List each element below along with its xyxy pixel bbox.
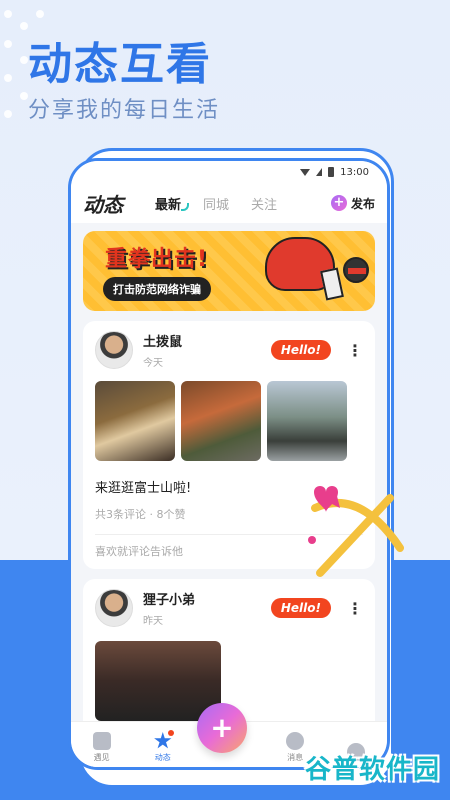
signal-icon [316,168,323,176]
nav-item-moments[interactable]: 动态 [138,730,188,763]
top-bar: 动态 最新 同城 关注 + 发布 [71,183,387,223]
post-photos [95,381,363,461]
post-photo[interactable] [95,381,175,461]
hero-subtitle: 分享我的每日生活 [28,98,221,123]
post-photo[interactable] [181,381,261,461]
notification-dot [167,730,174,736]
avatar[interactable] [95,589,133,627]
post-username[interactable]: 狸子小弟 [143,589,261,608]
post-time: 今天 [143,358,163,369]
thief-icon [343,257,369,283]
nav-item-meet[interactable]: 遇见 [77,732,127,763]
nav-label: 遇见 [93,753,110,762]
post-username[interactable]: 土拨鼠 [143,331,261,350]
wifi-icon [300,168,311,176]
brand-logo: 动态 [83,192,123,217]
smile-icon [286,732,305,750]
tab-latest[interactable]: 最新 [155,194,190,213]
nav-label: 动态 [154,753,171,762]
publish-button[interactable]: + 发布 [330,195,375,212]
post-time: 昨天 [143,616,163,627]
cards-icon [92,732,111,750]
more-options-icon[interactable]: ⋮ [347,341,363,360]
banner-tagline: 打击防范网络诈骗 [103,277,211,301]
plus-icon: + [330,195,347,211]
phone-icon [320,267,344,301]
anti-fraud-banner[interactable]: 重拳出击! 打击防范网络诈骗 [83,231,375,311]
hello-button[interactable]: Hello! [270,598,331,618]
cupid-bow-icon [308,486,404,577]
avatar[interactable] [95,331,133,369]
hero-title: 动态互看 [28,39,212,90]
more-options-icon[interactable]: ⋮ [347,599,363,618]
battery-icon [328,167,335,177]
nav-label: 消息 [287,753,304,762]
tab-nearby[interactable]: 同城 [203,194,229,213]
tab-following[interactable]: 关注 [251,194,277,213]
post-photo[interactable] [267,381,347,461]
feed-tabs: 最新 同城 关注 [155,194,331,213]
post-photo[interactable] [95,641,221,721]
phone-screen: 13:00 动态 最新 同城 关注 + 发布 重拳出击! 打击防范网络诈骗 土拨… [68,158,390,770]
publish-label: 发布 [350,196,375,211]
status-bar: 13:00 [71,161,387,183]
status-time: 13:00 [340,166,369,178]
hello-button[interactable]: Hello! [270,340,331,360]
banner-headline: 重拳出击! [105,247,209,272]
create-post-button[interactable]: + [197,703,247,753]
watermark-logo: 谷普软件园 [304,755,440,785]
